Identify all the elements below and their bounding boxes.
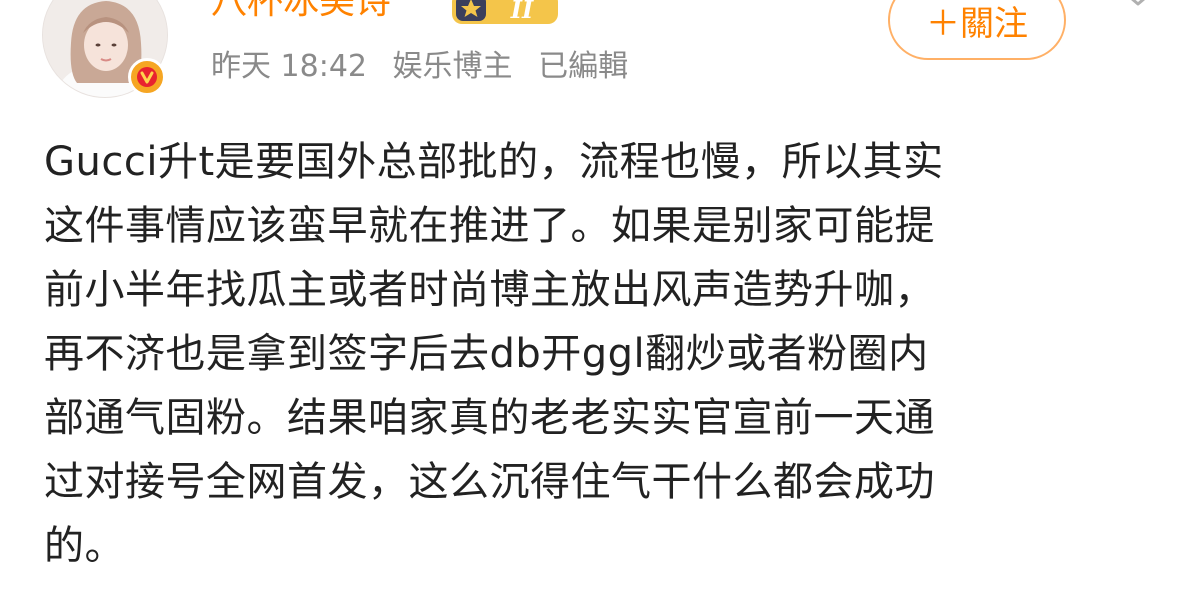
post-body-line: 的。 <box>44 523 125 569</box>
post-body-line: 前小半年找瓜主或者时尚博主放出风声造势升咖， <box>44 267 935 313</box>
post-time: 昨天 18:42 <box>211 49 367 84</box>
post-body-line: 再不济也是拿到签字后去db开ggl翻炒或者粉圈内 <box>44 331 929 377</box>
edited-label[interactable]: 已編輯 <box>538 49 628 84</box>
verified-v-icon <box>137 67 157 87</box>
verified-badge <box>128 58 166 96</box>
follow-button[interactable]: ＋關注 <box>888 0 1066 60</box>
author-category: 娱乐博主 <box>392 49 513 84</box>
avatar-container[interactable] <box>42 0 168 98</box>
author-name[interactable]: 八杯冰美诗 <box>211 0 391 24</box>
level-badge-icon[interactable]: II <box>450 0 560 26</box>
post-body: Gucci升t是要国外总部批的，流程也慢，所以其实 这件事情应该蛮早就在推进了。… <box>44 130 1144 578</box>
post-body-line: 部通气固粉。结果咱家真的老老实实官宣前一天通 <box>44 395 935 441</box>
post-body-line: 过对接号全网首发，这么沉得住气干什么都会成功 <box>44 459 935 505</box>
post-meta: 昨天 18:42 娱乐博主 已編輯 <box>211 48 644 86</box>
level-badge-text: II <box>510 0 534 24</box>
post-body-line: 这件事情应该蛮早就在推进了。如果是别家可能提 <box>44 203 935 249</box>
weibo-post: 八杯冰美诗 II 昨天 18:42 娱乐博主 已編輯 ＋關注 Gucci升t是要… <box>0 0 1179 613</box>
post-body-line: Gucci升t是要国外总部批的，流程也慢，所以其实 <box>44 139 944 185</box>
chevron-down-icon[interactable] <box>1118 0 1158 10</box>
